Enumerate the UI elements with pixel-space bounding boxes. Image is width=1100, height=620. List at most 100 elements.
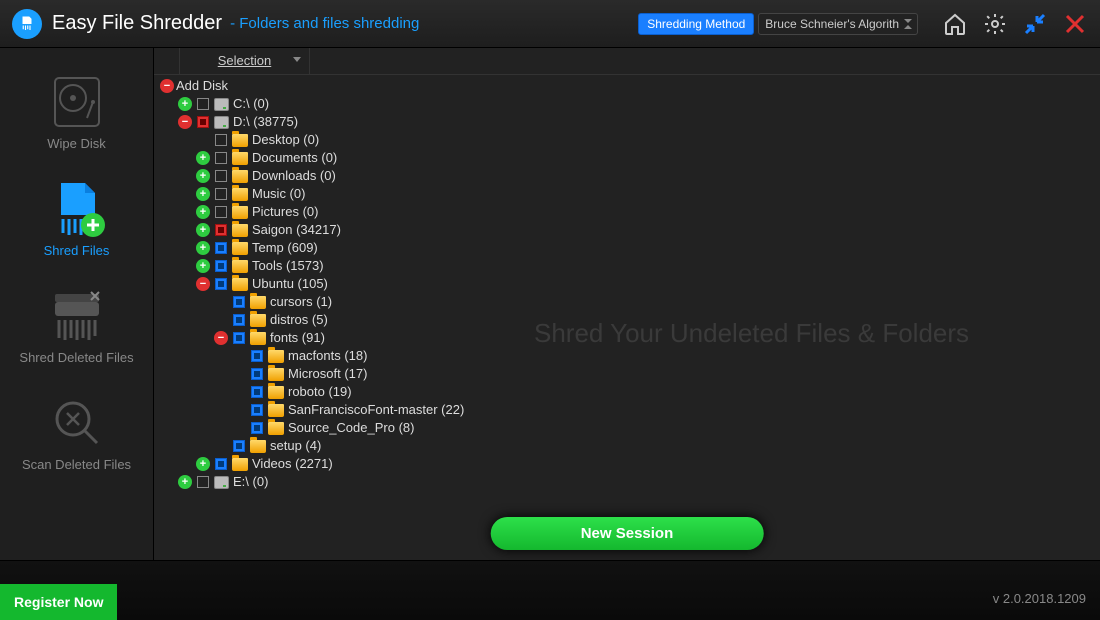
- main-panel: Selection Add DiskC:\ (0)D:\ (38775)Desk…: [154, 48, 1100, 560]
- tree-label: D:\ (38775): [233, 113, 298, 131]
- checkbox[interactable]: [251, 350, 263, 362]
- drive-icon: [214, 98, 229, 111]
- tree-row[interactable]: C:\ (0): [160, 95, 1100, 113]
- tree-row[interactable]: Downloads (0): [160, 167, 1100, 185]
- checkbox[interactable]: [251, 404, 263, 416]
- tree-label: distros (5): [270, 311, 328, 329]
- checkbox[interactable]: [197, 116, 209, 128]
- checkbox[interactable]: [251, 386, 263, 398]
- tree-row[interactable]: Tools (1573): [160, 257, 1100, 275]
- sidebar-item-wipe-disk[interactable]: Wipe Disk: [0, 58, 153, 165]
- checkbox[interactable]: [215, 458, 227, 470]
- tree-row[interactable]: Documents (0): [160, 149, 1100, 167]
- tree-label: macfonts (18): [288, 347, 367, 365]
- tree-row[interactable]: setup (4): [160, 437, 1100, 455]
- tree-row[interactable]: macfonts (18): [160, 347, 1100, 365]
- folder-icon: [268, 422, 284, 435]
- checkbox[interactable]: [233, 440, 245, 452]
- shred-deleted-icon: [0, 284, 153, 348]
- expand-icon[interactable]: [196, 457, 210, 471]
- tree-row[interactable]: Music (0): [160, 185, 1100, 203]
- tree-label: Source_Code_Pro (8): [288, 419, 414, 437]
- expand-icon[interactable]: [178, 475, 192, 489]
- checkbox[interactable]: [233, 296, 245, 308]
- tree-row[interactable]: Ubuntu (105): [160, 275, 1100, 293]
- shredding-method-select[interactable]: Bruce Schneier's Algorith: [758, 13, 918, 35]
- collapse-icon[interactable]: [178, 115, 192, 129]
- tree-label: E:\ (0): [233, 473, 268, 491]
- spacer: [232, 367, 246, 381]
- folder-icon: [250, 314, 266, 327]
- expand-icon[interactable]: [196, 205, 210, 219]
- checkbox[interactable]: [215, 260, 227, 272]
- checkbox[interactable]: [215, 224, 227, 236]
- expand-icon[interactable]: [196, 223, 210, 237]
- folder-icon: [232, 278, 248, 291]
- expand-icon[interactable]: [196, 241, 210, 255]
- tree-label: C:\ (0): [233, 95, 269, 113]
- spacer: [214, 313, 228, 327]
- folder-icon: [232, 206, 248, 219]
- checkbox[interactable]: [233, 332, 245, 344]
- checkbox[interactable]: [197, 98, 209, 110]
- tree-row[interactable]: E:\ (0): [160, 473, 1100, 491]
- expand-icon[interactable]: [196, 187, 210, 201]
- tree-row[interactable]: Source_Code_Pro (8): [160, 419, 1100, 437]
- tree-row[interactable]: roboto (19): [160, 383, 1100, 401]
- checkbox[interactable]: [251, 422, 263, 434]
- collapse-icon[interactable]: [214, 331, 228, 345]
- tree-row[interactable]: D:\ (38775): [160, 113, 1100, 131]
- drive-icon: [214, 476, 229, 489]
- tree-row[interactable]: Desktop (0): [160, 131, 1100, 149]
- tree-row[interactable]: Pictures (0): [160, 203, 1100, 221]
- checkbox[interactable]: [215, 206, 227, 218]
- tree-label: cursors (1): [270, 293, 332, 311]
- new-session-button[interactable]: New Session: [491, 517, 764, 550]
- tree-row[interactable]: SanFranciscoFont-master (22): [160, 401, 1100, 419]
- wipe-disk-icon: [0, 70, 153, 134]
- checkbox[interactable]: [233, 314, 245, 326]
- checkbox[interactable]: [197, 476, 209, 488]
- tree-row[interactable]: fonts (91): [160, 329, 1100, 347]
- app-subtitle: - Folders and files shredding: [230, 15, 419, 32]
- tree-row[interactable]: Microsoft (17): [160, 365, 1100, 383]
- expand-icon[interactable]: [196, 259, 210, 273]
- sidebar-item-shred-files[interactable]: Shred Files: [0, 165, 153, 272]
- collapse-icon[interactable]: [196, 277, 210, 291]
- tree-row[interactable]: distros (5): [160, 311, 1100, 329]
- expand-icon[interactable]: [196, 169, 210, 183]
- tree-label: fonts (91): [270, 329, 325, 347]
- checkbox[interactable]: [251, 368, 263, 380]
- tree-row[interactable]: cursors (1): [160, 293, 1100, 311]
- file-tree[interactable]: Add DiskC:\ (0)D:\ (38775)Desktop (0)Doc…: [154, 75, 1100, 491]
- tree-row[interactable]: Temp (609): [160, 239, 1100, 257]
- checkbox[interactable]: [215, 170, 227, 182]
- tree-row[interactable]: Add Disk: [160, 77, 1100, 95]
- tree-row[interactable]: Videos (2271): [160, 455, 1100, 473]
- sidebar-item-label: Shred Deleted Files: [0, 350, 153, 365]
- home-icon[interactable]: [942, 11, 968, 37]
- expand-icon[interactable]: [196, 151, 210, 165]
- checkbox[interactable]: [215, 278, 227, 290]
- shrink-icon[interactable]: [1022, 11, 1048, 37]
- checkbox[interactable]: [215, 188, 227, 200]
- tree-label: Videos (2271): [252, 455, 333, 473]
- selection-column-header[interactable]: Selection: [180, 48, 310, 74]
- checkbox[interactable]: [215, 134, 227, 146]
- close-icon[interactable]: [1062, 11, 1088, 37]
- tree-label: Saigon (34217): [252, 221, 341, 239]
- sidebar-item-shred-deleted[interactable]: Shred Deleted Files: [0, 272, 153, 379]
- spacer: [232, 403, 246, 417]
- expand-icon[interactable]: [178, 97, 192, 111]
- spacer: [196, 133, 210, 147]
- tree-label: Downloads (0): [252, 167, 336, 185]
- checkbox[interactable]: [215, 152, 227, 164]
- folder-icon: [232, 134, 248, 147]
- collapse-icon[interactable]: [160, 79, 174, 93]
- folder-icon: [250, 332, 266, 345]
- checkbox[interactable]: [215, 242, 227, 254]
- tree-row[interactable]: Saigon (34217): [160, 221, 1100, 239]
- sidebar-item-scan-deleted[interactable]: Scan Deleted Files: [0, 379, 153, 486]
- gear-icon[interactable]: [982, 11, 1008, 37]
- register-now-button[interactable]: Register Now: [0, 584, 117, 620]
